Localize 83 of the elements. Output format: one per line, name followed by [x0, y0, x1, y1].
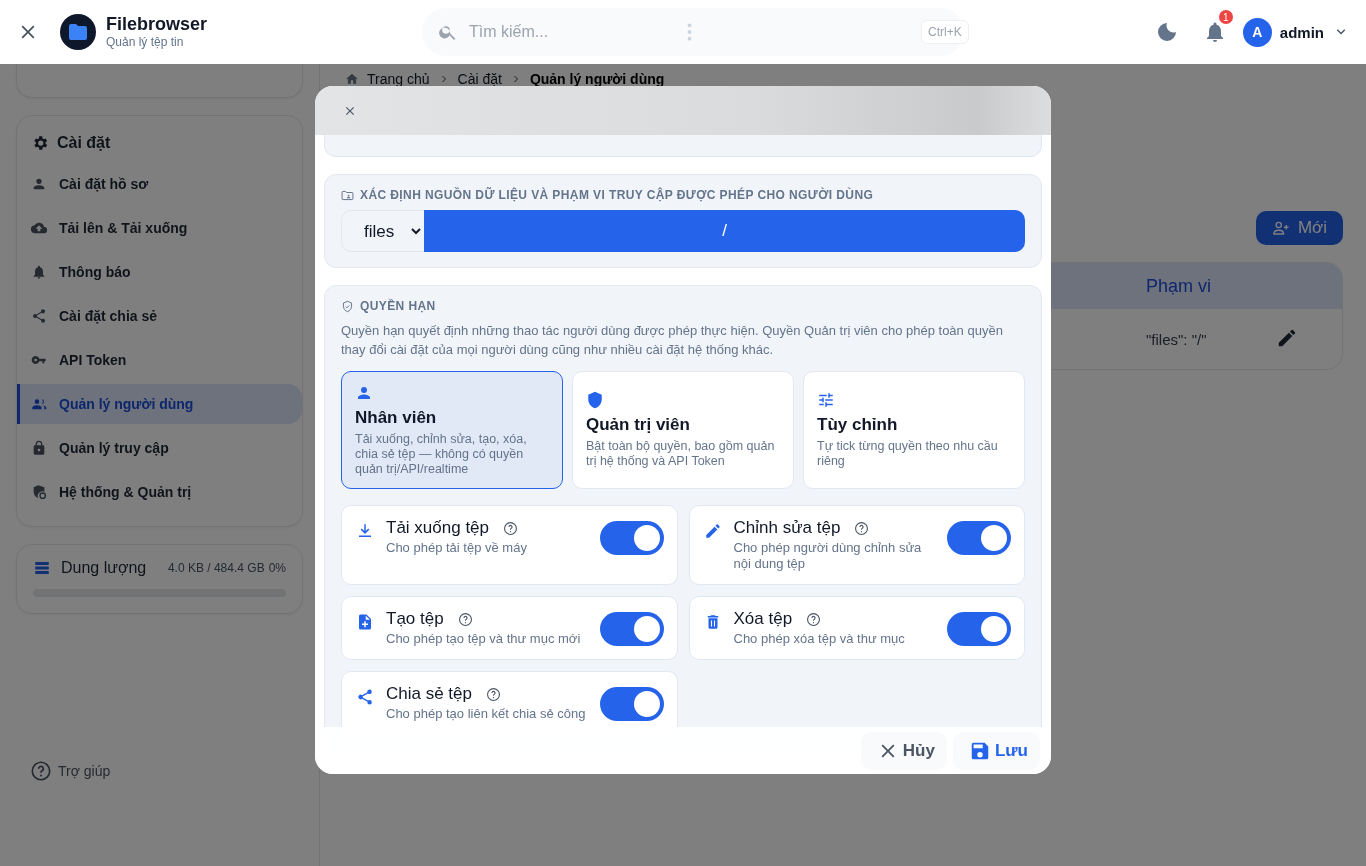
- path-button[interactable]: /: [424, 210, 1025, 252]
- search-field[interactable]: Tìm kiếm...: [467, 17, 679, 47]
- storage-percent: 0%: [268, 561, 286, 575]
- help-icon: [854, 520, 870, 536]
- list-icon: [33, 559, 51, 577]
- permission-label: Tải xuống tệp: [386, 518, 489, 538]
- bell-icon: [31, 264, 47, 280]
- settings-title: Cài đặt: [57, 134, 111, 152]
- share-icon: [31, 308, 47, 324]
- breadcrumb-link[interactable]: Quản lý người dùng: [529, 71, 665, 87]
- role-title: Quản trị viên: [586, 415, 690, 435]
- new-user-button[interactable]: Mới: [1255, 211, 1343, 245]
- help-icon: [30, 760, 52, 782]
- save-button[interactable]: Lưu: [952, 731, 1040, 770]
- role-title: Tùy chỉnh: [817, 415, 898, 435]
- permission-description: Cho phép tải tệp về máy: [386, 540, 528, 556]
- more-icon: [687, 23, 693, 41]
- section-title: XÁC ĐỊNH NGUỒN DỮ LIỆU VÀ PHẠM VI TRUY CẬP ĐƯỢC PHÉP CHO NGƯỜI DÙNG: [360, 188, 874, 202]
- permission-description: Cho phép xóa tệp và thư mục: [733, 631, 906, 647]
- app-subtitle: Quản lý tệp tin: [106, 35, 185, 50]
- shield-check-icon: [341, 299, 354, 313]
- permission-label: Chia sẻ tệp: [386, 684, 472, 704]
- permission-label: Tạo tệp: [386, 609, 444, 629]
- help-icon: [457, 611, 473, 627]
- sidebar-item[interactable]: Quản lý truy cập: [17, 428, 302, 468]
- sidebar-item[interactable]: Cài đặt chia sẻ: [17, 296, 302, 336]
- storage-title: Dung lượng: [61, 559, 147, 577]
- permission-label: Chỉnh sửa tệp: [733, 518, 841, 538]
- help-icon: [806, 611, 822, 627]
- toggle-switch[interactable]: [599, 612, 664, 646]
- sidebar-item[interactable]: Tải lên & Tải xuống: [17, 208, 302, 248]
- sidebar-item[interactable]: API Token: [17, 340, 302, 380]
- shield-icon: [586, 391, 604, 409]
- role-description: Tải xuống, chỉnh sửa, tạo, xóa, chia sẻ tệp — không có quyền quản trị/API/realtime: [355, 431, 528, 477]
- source-select[interactable]: files: [341, 210, 424, 252]
- lock-icon: [31, 440, 47, 456]
- permission-description: Cho phép tạo liên kết chia sẻ công: [386, 706, 587, 722]
- sidebar-item[interactable]: Hệ thống & Quản trị: [17, 472, 302, 512]
- storage-usage: 4.0 KB / 484.4 GB: [167, 561, 265, 575]
- user-avatar: A: [1242, 17, 1272, 47]
- download-icon: [356, 522, 374, 540]
- shortcut-hint: Ctrl+K: [921, 20, 969, 44]
- section-title: QUYỀN HẠN: [360, 299, 436, 313]
- table-cell: "files": "/": [1146, 330, 1207, 348]
- user-name: admin: [1279, 23, 1324, 41]
- people-icon: [31, 396, 47, 412]
- app-title: Filebrowser: [106, 14, 208, 35]
- role-description: Tự tick từng quyền theo nhu cầu riêng: [817, 439, 999, 469]
- help-icon: [503, 520, 518, 536]
- user-menu[interactable]: A admin: [1242, 17, 1350, 47]
- home-icon: [345, 72, 359, 86]
- column-header: Phạm vi: [1146, 275, 1212, 297]
- pencil-icon: [703, 522, 722, 540]
- breadcrumb-link[interactable]: Cài đặt: [457, 71, 502, 87]
- toggle-switch[interactable]: [947, 521, 1011, 555]
- toggle-switch[interactable]: [599, 521, 664, 555]
- cancel-button[interactable]: Hủy: [860, 731, 947, 770]
- permission-description: Cho phép tạo tệp và thư mục mới: [386, 631, 582, 647]
- sidebar-item[interactable]: Thông báo: [17, 252, 302, 292]
- role-option[interactable]: Quản trị viên Bật toàn bộ quyền, bao gồm quản trị hệ thống và API Token: [572, 371, 794, 489]
- toggle-switch[interactable]: [947, 612, 1011, 646]
- notification-badge: 1: [1218, 10, 1233, 24]
- help-link[interactable]: Trợ giúp: [16, 760, 303, 782]
- help-icon: [486, 686, 501, 702]
- sidebar-item[interactable]: Quản lý người dùng: [17, 384, 302, 424]
- file-plus-icon: [356, 613, 374, 631]
- share-icon: [356, 688, 374, 706]
- role-description: Bật toàn bộ quyền, bao gồm quản trị hệ thống và API Token: [586, 439, 776, 469]
- shield-icon: [31, 484, 47, 500]
- permission-description: Cho phép người dùng chỉnh sửa nội dung tệp: [733, 540, 923, 572]
- section-description: Quyền hạn quyết định những thao tác người dùng được phép thực hiện. Quyền Quản trị viên cho phép toàn quyền thay đổi cài đặt của mọi người dùng cũng như nhiều cài đặt hệ thống khác.: [341, 322, 1004, 359]
- sidebar-item[interactable]: Cài đặt hồ sơ: [17, 164, 302, 204]
- role-title: Nhân viên: [355, 407, 437, 428]
- permission-label: Xóa tệp: [733, 609, 793, 629]
- folder-icon: [341, 188, 354, 202]
- toggle-switch[interactable]: [599, 687, 664, 721]
- role-option[interactable]: Nhân viên Tải xuống, chỉnh sửa, tạo, xóa, chia sẻ tệp — không có quyền quản trị/API/realtime: [341, 371, 563, 489]
- cloud-upload-icon: [31, 220, 47, 236]
- person-icon: [31, 176, 47, 192]
- role-option[interactable]: Tùy chỉnh Tự tick từng quyền theo nhu cầu riêng: [803, 371, 1025, 489]
- breadcrumb-link[interactable]: Trang chủ: [367, 71, 430, 87]
- sliders-icon: [817, 391, 835, 409]
- add-person-icon: [1271, 219, 1290, 237]
